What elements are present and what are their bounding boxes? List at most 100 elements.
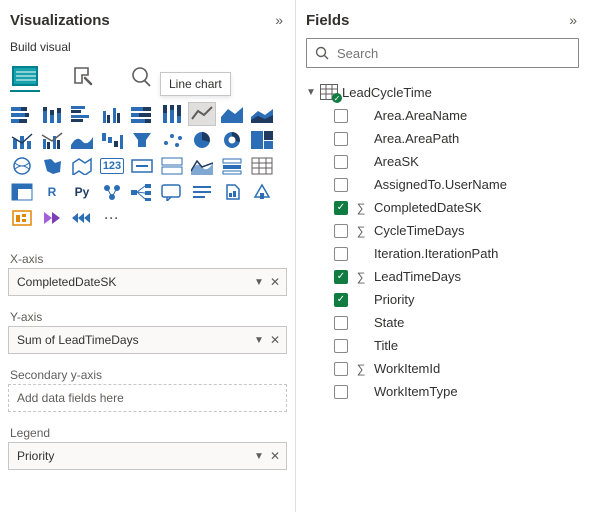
viz-stacked-bar[interactable]	[8, 102, 36, 126]
field-row[interactable]: Title	[332, 334, 581, 357]
viz-metrics[interactable]	[248, 180, 276, 204]
xaxis-field[interactable]: CompletedDateSK ▼ ✕	[8, 268, 287, 296]
field-checkbox[interactable]	[334, 339, 348, 353]
viz-donut[interactable]	[218, 128, 246, 152]
xaxis-remove-icon[interactable]: ✕	[270, 275, 280, 289]
field-label: LeadTimeDays	[374, 269, 461, 284]
viz-paginated[interactable]	[218, 180, 246, 204]
field-checkbox[interactable]: ✓	[334, 293, 348, 307]
field-checkbox[interactable]	[334, 109, 348, 123]
field-row[interactable]: ✓ Priority	[332, 288, 581, 311]
field-checkbox[interactable]	[334, 316, 348, 330]
field-label: State	[374, 315, 404, 330]
viz-power-automate[interactable]	[38, 206, 66, 230]
viz-ribbon-chart[interactable]	[68, 128, 96, 152]
viz-line-chart[interactable]	[188, 102, 216, 126]
viz-gauge[interactable]: 123	[98, 154, 126, 178]
field-row[interactable]: ∑WorkItemId	[332, 357, 581, 380]
viz-get-more[interactable]	[68, 206, 96, 230]
viz-waterfall[interactable]	[98, 128, 126, 152]
viz-scatter[interactable]	[158, 128, 186, 152]
viz-azure-map[interactable]	[68, 154, 96, 178]
field-row[interactable]: Area.AreaName	[332, 104, 581, 127]
field-checkbox[interactable]	[334, 362, 348, 376]
tab-format[interactable]	[68, 62, 98, 90]
fields-panel: Fields » ▼ ✓ LeadCycleT	[296, 0, 589, 512]
viz-subhead: Build visual	[8, 38, 287, 58]
viz-stacked-column[interactable]	[38, 102, 66, 126]
field-checkbox[interactable]: ✓	[334, 270, 348, 284]
field-row[interactable]: ∑CycleTimeDays	[332, 219, 581, 242]
viz-stacked-area[interactable]	[248, 102, 276, 126]
field-list: Area.AreaName Area.AreaPath AreaSKAssigned…	[304, 104, 581, 403]
collapse-fields-icon[interactable]: »	[567, 10, 579, 30]
legend-well: Legend Priority ▼ ✕	[8, 420, 287, 470]
field-row[interactable]: ✓ ∑ LeadTimeDays	[332, 265, 581, 288]
viz-pie[interactable]	[188, 128, 216, 152]
viz-filled-map[interactable]	[38, 154, 66, 178]
yaxis-field[interactable]: Sum of LeadTimeDays ▼ ✕	[8, 326, 287, 354]
viz-treemap[interactable]	[248, 128, 276, 152]
field-label: Area.AreaPath	[374, 131, 459, 146]
viz-clustered-bar[interactable]	[68, 102, 96, 126]
field-checkbox[interactable]	[334, 385, 348, 399]
search-box[interactable]	[306, 38, 579, 68]
collapse-viz-icon[interactable]: »	[273, 10, 285, 30]
analytics-icon	[130, 65, 152, 87]
viz-table[interactable]	[248, 154, 276, 178]
legend-chevron-icon[interactable]: ▼	[254, 451, 264, 462]
fields-header: Fields »	[304, 6, 581, 38]
table-node[interactable]: ▼ ✓ LeadCycleTime	[304, 80, 581, 104]
viz-decomposition-tree[interactable]	[128, 180, 156, 204]
viz-kpi[interactable]	[188, 154, 216, 178]
tab-build-visual[interactable]	[10, 62, 40, 90]
viz-100-stacked-bar[interactable]	[128, 102, 156, 126]
search-input[interactable]	[335, 45, 570, 62]
field-label: CompletedDateSK	[374, 200, 482, 215]
viz-100-stacked-column[interactable]	[158, 102, 186, 126]
field-checkbox[interactable]	[334, 224, 348, 238]
field-row[interactable]: AreaSK	[332, 150, 581, 173]
yaxis-chevron-icon[interactable]: ▼	[254, 335, 264, 346]
field-row[interactable]: Area.AreaPath	[332, 127, 581, 150]
field-row[interactable]: WorkItemType	[332, 380, 581, 403]
field-row[interactable]: AssignedTo.UserName	[332, 173, 581, 196]
viz-more-options[interactable]: ···	[98, 206, 126, 230]
viz-py-visual[interactable]: Py	[68, 180, 96, 204]
viz-map[interactable]	[8, 154, 36, 178]
viz-key-influencers[interactable]	[98, 180, 126, 204]
legend-field[interactable]: Priority ▼ ✕	[8, 442, 287, 470]
field-row[interactable]: State	[332, 311, 581, 334]
visualizations-panel: Visualizations » Build visual	[0, 0, 296, 512]
viz-slicer[interactable]	[218, 154, 246, 178]
field-checkbox[interactable]	[334, 178, 348, 192]
secondary-yaxis-field[interactable]: Add data fields here	[8, 384, 287, 412]
legend-remove-icon[interactable]: ✕	[270, 449, 280, 463]
sigma-icon: ∑	[354, 270, 368, 284]
field-checkbox[interactable]	[334, 132, 348, 146]
viz-r-visual[interactable]: R	[38, 180, 66, 204]
yaxis-value: Sum of LeadTimeDays	[17, 333, 139, 347]
viz-smart-narrative[interactable]	[188, 180, 216, 204]
viz-area-chart[interactable]	[218, 102, 246, 126]
viz-clustered-column[interactable]	[98, 102, 126, 126]
field-checkbox[interactable]	[334, 247, 348, 261]
yaxis-remove-icon[interactable]: ✕	[270, 333, 280, 347]
viz-funnel[interactable]	[128, 128, 156, 152]
viz-matrix[interactable]	[8, 180, 36, 204]
viz-multi-row-card[interactable]	[158, 154, 186, 178]
xaxis-chevron-icon[interactable]: ▼	[254, 277, 264, 288]
field-label: WorkItemId	[374, 361, 440, 376]
field-row[interactable]: ✓∑CompletedDateSK	[332, 196, 581, 219]
field-checkbox[interactable]	[334, 155, 348, 169]
viz-card[interactable]	[128, 154, 156, 178]
field-label: Priority	[374, 292, 414, 307]
viz-title: Visualizations	[10, 12, 110, 29]
viz-qa[interactable]	[158, 180, 186, 204]
viz-line-stacked-column[interactable]	[8, 128, 36, 152]
viz-power-apps[interactable]	[8, 206, 36, 230]
tab-analytics[interactable]	[126, 62, 156, 90]
field-row[interactable]: Iteration.IterationPath	[332, 242, 581, 265]
field-checkbox[interactable]: ✓	[334, 201, 348, 215]
viz-line-clustered-column[interactable]	[38, 128, 66, 152]
